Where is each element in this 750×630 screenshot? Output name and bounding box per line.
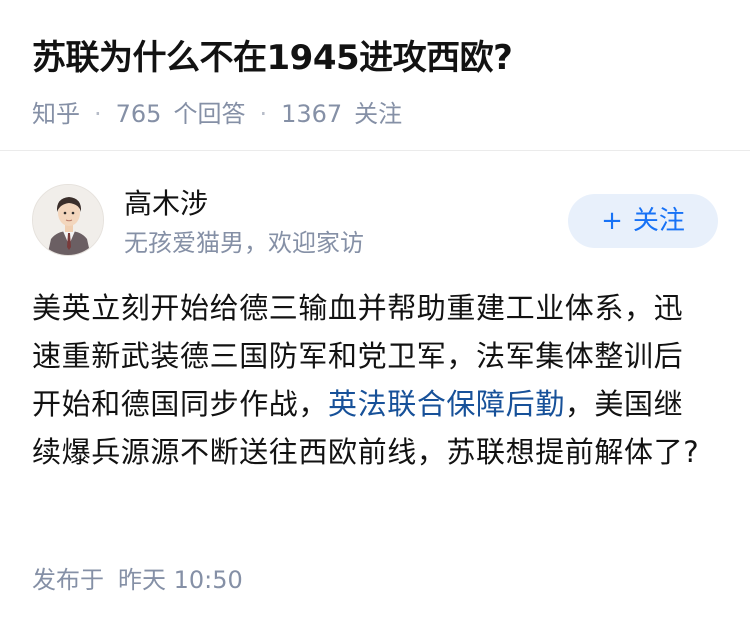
follower-count: 1367 [281,100,343,128]
answer-inline-link[interactable]: 英法联合保障后勤 [328,387,565,421]
zhihu-answer-page: 苏联为什么不在1945进攻西欧? 知乎 · 765 个回答 · 1367 关注 [0,0,750,630]
publish-info: 发布于 昨天 10:50 [32,562,243,598]
person-avatar-icon[interactable] [32,184,104,256]
plus-icon: + [601,206,623,236]
question-header: 苏联为什么不在1945进攻西欧? 知乎 · 765 个回答 · 1367 关注 [32,30,722,132]
question-meta: 知乎 · 765 个回答 · 1367 关注 [32,96,722,132]
follower-count-label: 关注 [354,100,403,128]
meta-separator: · [259,100,268,128]
author-row: 高木涉 无孩爱猫男，欢迎家访 + 关注 [32,184,718,264]
publish-label: 发布于 [32,566,104,594]
answer-count: 765 [115,100,162,128]
author-bio: 无孩爱猫男，欢迎家访 [124,229,364,257]
question-title[interactable]: 苏联为什么不在1945进攻西欧? [32,30,722,86]
meta-separator: · [94,100,102,128]
follow-button-label: 关注 [632,206,685,236]
follow-button[interactable]: + 关注 [568,194,718,248]
publish-time[interactable]: 昨天 10:50 [118,566,243,594]
divider [0,150,750,151]
answer-content: 美英立刻开始给德三输血并帮助重建工业体系，迅速重新武装德三国防军和党卫军，法军集… [32,284,712,476]
answer-count-label: 个回答 [173,100,246,128]
source-label[interactable]: 知乎 [32,96,80,132]
author-name[interactable]: 高木涉 [124,186,208,222]
